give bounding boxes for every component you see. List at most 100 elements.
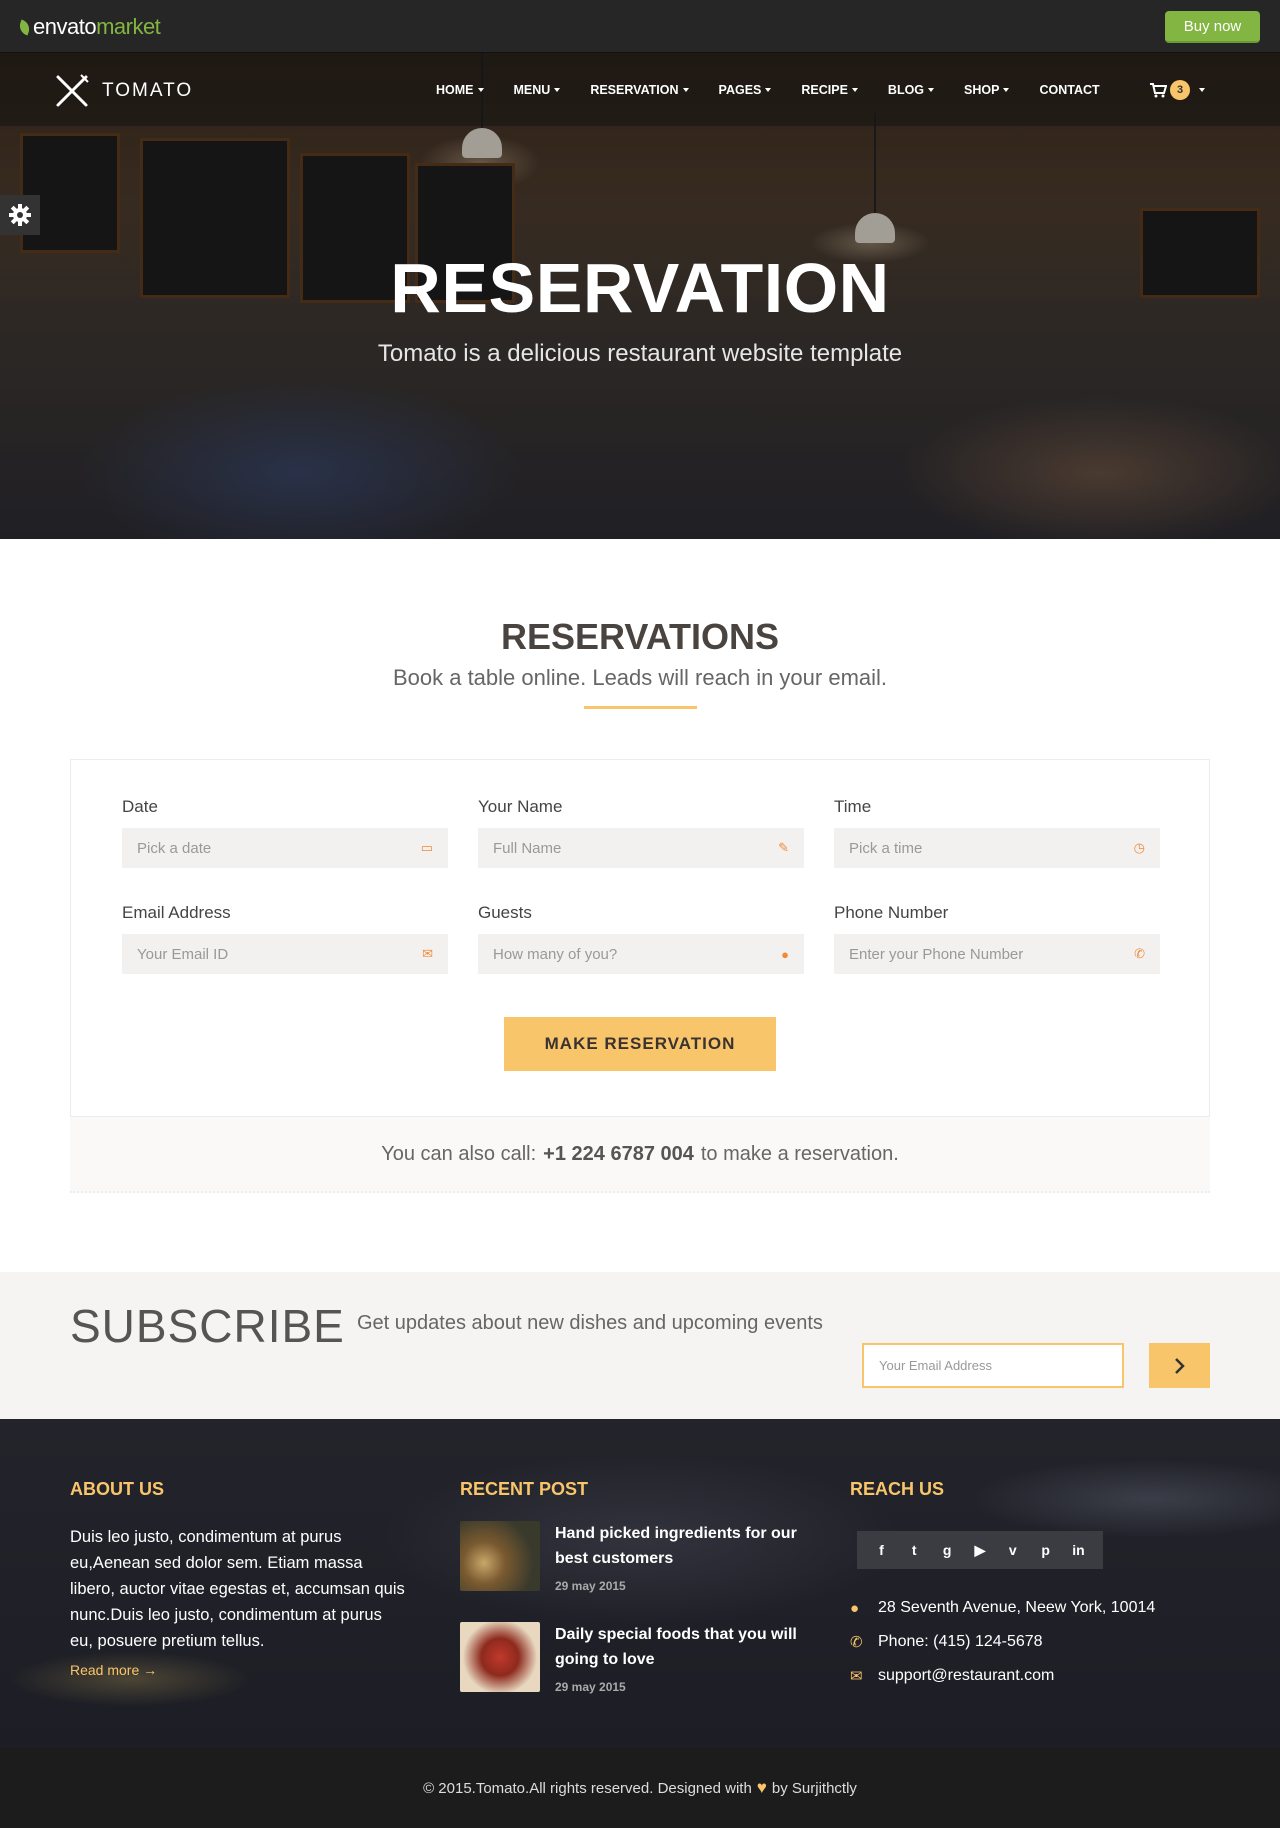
call-strip: You can also call: +1 224 6787 004 to ma… <box>70 1117 1210 1193</box>
envato-logo-suffix: market <box>96 14 161 39</box>
title-underline <box>584 706 697 709</box>
date-input[interactable]: Pick a date ▭ <box>122 828 448 868</box>
vimeo-icon[interactable]: v <box>1002 1542 1024 1558</box>
envato-bar: envato market Buy now <box>0 0 1280 53</box>
cart-icon <box>1150 82 1167 97</box>
leaf-icon <box>17 19 32 35</box>
nav-item-label: SHOP <box>964 82 1000 97</box>
nav-item-contact[interactable]: CONTACT <box>1039 83 1099 97</box>
settings-toggle[interactable] <box>0 195 40 235</box>
read-more-link[interactable]: Read more → <box>70 1662 157 1678</box>
contact-email: ✉ support@restaurant.com <box>850 1667 1054 1685</box>
footer: ABOUT US Duis leo justo, condimentum at … <box>0 1419 1280 1748</box>
nav-item-reservation[interactable]: RESERVATION <box>590 82 689 97</box>
email-field: Email Address Your Email ID ✉ <box>122 903 448 974</box>
call-phone-number[interactable]: +1 224 6787 004 <box>543 1143 694 1166</box>
nav-item-home[interactable]: HOME <box>436 83 484 97</box>
make-reservation-button[interactable]: MAKE RESERVATION <box>504 1017 776 1071</box>
heart-icon: ♥ <box>756 1778 767 1797</box>
field-label: Guests <box>478 903 532 922</box>
input-placeholder: How many of you? <box>493 945 618 963</box>
pinterest-icon[interactable]: p <box>1035 1542 1057 1558</box>
nav-item-recipe[interactable]: RECIPE <box>801 83 858 97</box>
guests-field: Guests How many of you? ● <box>478 903 804 974</box>
post-title[interactable]: Daily special foods that you will going … <box>555 1622 830 1672</box>
calendar-icon: ▭ <box>420 840 433 855</box>
date-field: Date Pick a date ▭ <box>122 797 448 868</box>
caret-down-icon <box>765 87 772 92</box>
input-placeholder: Pick a date <box>137 839 212 857</box>
field-label: Date <box>122 797 158 816</box>
call-suffix: to make a reservation. <box>700 1142 899 1165</box>
contact-phone: ✆ Phone: (415) 124-5678 <box>850 1633 1043 1651</box>
envelope-icon: ✉ <box>850 1668 863 1685</box>
recent-post-heading: RECENT POST <box>460 1479 589 1499</box>
envato-logo-main: envato <box>33 14 97 39</box>
nav-item-menu[interactable]: MENU <box>514 83 561 97</box>
input-placeholder: Your Email ID <box>137 945 229 963</box>
google-plus-icon[interactable]: g <box>936 1542 958 1558</box>
phone-icon: ✆ <box>850 1634 863 1651</box>
twitter-icon[interactable]: t <box>903 1542 925 1558</box>
address-text: 28 Seventh Avenue, Neew York, 10014 <box>878 1599 1156 1616</box>
brand-name: TOMATO <box>102 80 194 101</box>
hero-subtitle: Tomato is a delicious restaurant website… <box>377 340 903 367</box>
caret-down-icon <box>928 87 935 92</box>
cart-button[interactable]: 3 <box>1150 80 1205 100</box>
phone-icon: ✆ <box>1134 946 1145 961</box>
about-text: Duis leo justo, condimentum at purus eu,… <box>70 1528 405 1650</box>
input-placeholder: Your Email Address <box>879 1358 992 1373</box>
post-title[interactable]: Hand picked ingredients for our best cus… <box>555 1521 830 1571</box>
nav-item-label: BLOG <box>887 82 925 97</box>
phone-text[interactable]: Phone: (415) 124-5678 <box>878 1633 1043 1651</box>
subscribe-text: Get updates about new dishes and upcomin… <box>357 1312 823 1334</box>
phone-input[interactable]: Enter your Phone Number ✆ <box>834 934 1160 974</box>
nav-item-label: HOME <box>436 82 474 97</box>
facebook-icon[interactable]: f <box>870 1542 892 1558</box>
subscribe-email-input[interactable]: Your Email Address <box>862 1343 1124 1388</box>
subscribe-title: SUBSCRIBE <box>70 1300 345 1352</box>
caret-down-icon <box>1199 88 1205 92</box>
brand-logo[interactable]: TOMATO <box>54 73 193 109</box>
subscribe-section: SUBSCRIBE Get updates about new dishes a… <box>0 1272 1280 1419</box>
post-date: 29 may 2015 <box>555 1579 626 1593</box>
time-input[interactable]: Pick a time ◷ <box>834 828 1160 868</box>
about-heading: ABOUT US <box>70 1479 164 1499</box>
nav-item-label: RESERVATION <box>590 82 679 97</box>
nav-item-shop[interactable]: SHOP <box>964 82 1010 97</box>
post-thumbnail[interactable] <box>460 1622 540 1692</box>
reach-us-heading: REACH US <box>850 1479 945 1499</box>
linkedin-icon[interactable]: in <box>1067 1542 1089 1558</box>
email-input[interactable]: Your Email ID ✉ <box>122 934 448 974</box>
fork-knife-icon <box>56 74 89 107</box>
caret-down-icon <box>1003 87 1010 92</box>
post-date: 29 may 2015 <box>555 1680 626 1694</box>
caret-down-icon <box>477 87 484 92</box>
nav-item-label: MENU <box>513 82 551 97</box>
email-text[interactable]: support@restaurant.com <box>878 1667 1054 1685</box>
clock-icon: ◷ <box>1133 840 1145 855</box>
input-placeholder: Enter your Phone Number <box>849 945 1024 963</box>
nav-item-label: RECIPE <box>801 82 848 97</box>
nav-item-blog[interactable]: BLOG <box>887 82 935 97</box>
field-label: Email Address <box>122 903 231 922</box>
time-field: Time Pick a time ◷ <box>834 797 1160 868</box>
copyright-text: © 2015.Tomato.All rights reserved. Desig… <box>423 1779 752 1797</box>
envato-logo[interactable]: envato market <box>17 14 161 40</box>
id-card-icon: ✎ <box>778 840 789 855</box>
input-placeholder: Full Name <box>493 839 562 857</box>
youtube-icon[interactable]: ▶ <box>969 1542 991 1559</box>
name-input[interactable]: Full Name ✎ <box>478 828 804 868</box>
gear-icon <box>9 204 31 226</box>
caret-down-icon <box>554 87 561 92</box>
post-thumbnail[interactable] <box>460 1521 540 1591</box>
phone-field: Phone Number Enter your Phone Number ✆ <box>834 903 1160 974</box>
field-label: Time <box>834 797 872 816</box>
call-prefix: You can also call: <box>381 1142 537 1165</box>
buy-now-button[interactable]: Buy now <box>1165 11 1260 43</box>
subscribe-submit-button[interactable] <box>1149 1343 1210 1388</box>
field-label: Phone Number <box>834 903 949 922</box>
guests-input[interactable]: How many of you? ● <box>478 934 804 974</box>
nav-item-pages[interactable]: PAGES <box>719 83 772 97</box>
main-nav: TOMATO HOME MENU RESERVATION PAGES RECIP… <box>0 53 1280 126</box>
